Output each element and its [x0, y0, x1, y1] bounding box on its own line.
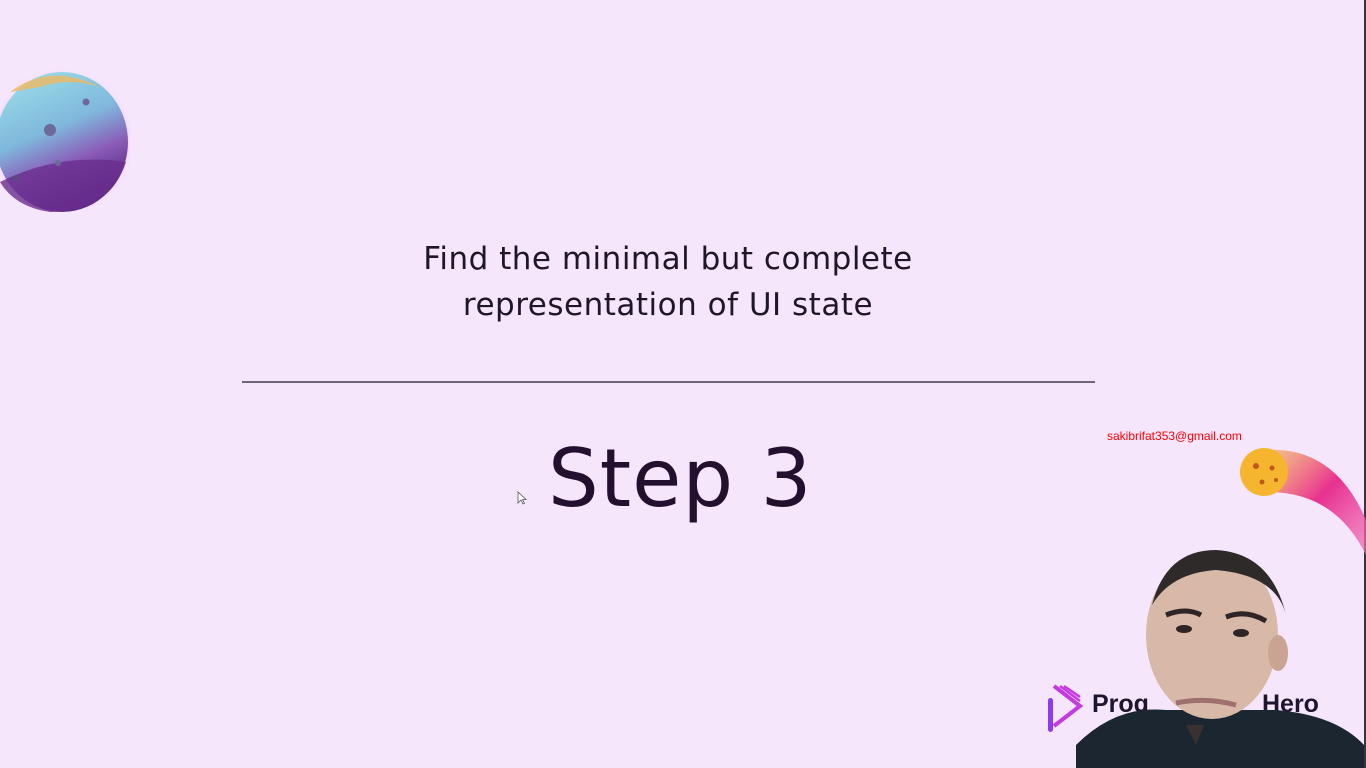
meteor-illustration	[1240, 448, 1366, 555]
headline-line-1: Find the minimal but complete	[423, 241, 913, 277]
mouse-cursor-icon	[517, 491, 527, 505]
headline-line-2: representation of UI state	[462, 287, 874, 323]
slide-headline: Find the minimal but complete representa…	[0, 236, 1336, 328]
planet-illustration	[0, 66, 130, 218]
presenter-webcam-video	[1076, 550, 1364, 768]
step-title: Step 3	[548, 432, 813, 525]
divider	[242, 381, 1095, 383]
watermark-email: sakibrifat353@gmail.com	[1107, 429, 1242, 443]
